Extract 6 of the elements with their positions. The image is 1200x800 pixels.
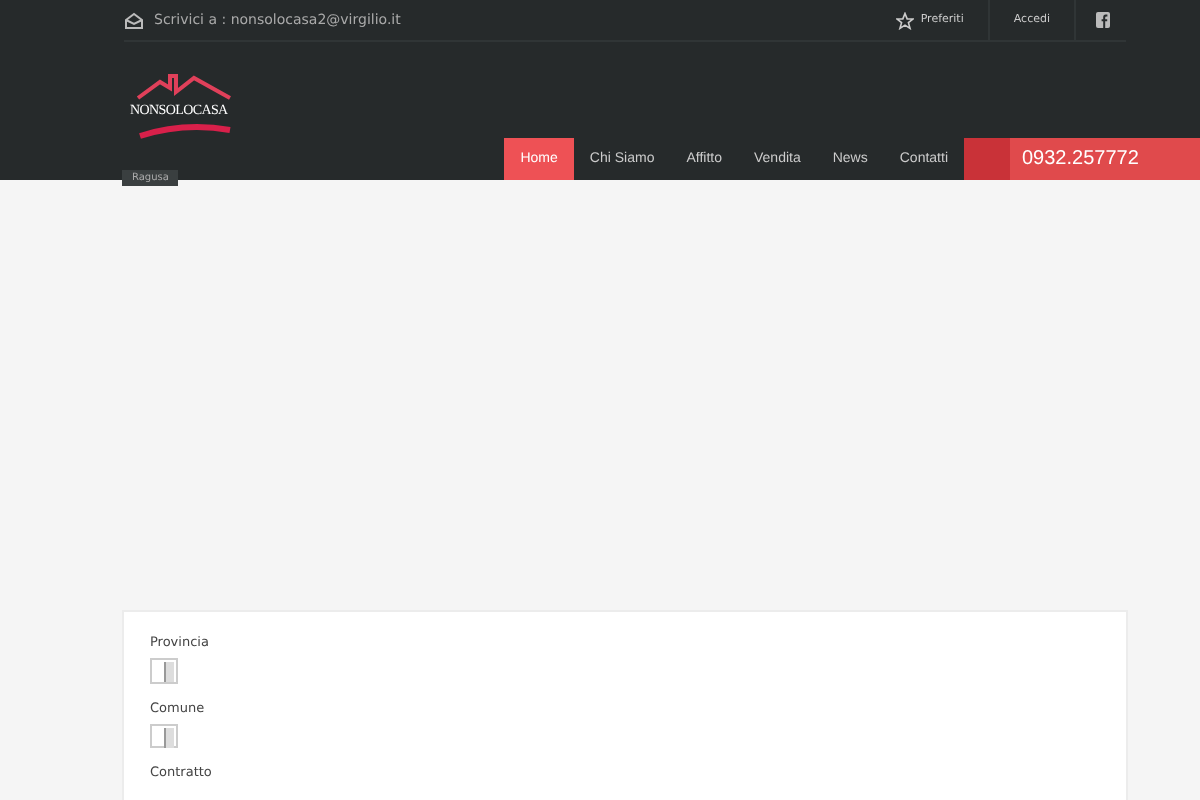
mail-icon bbox=[124, 11, 144, 29]
select-field[interactable] bbox=[150, 723, 178, 748]
facebook-icon[interactable] bbox=[1096, 12, 1110, 28]
select-field[interactable] bbox=[150, 658, 178, 683]
phone-number[interactable]: 0932.257772 bbox=[964, 138, 1200, 180]
star-icon bbox=[896, 11, 915, 29]
